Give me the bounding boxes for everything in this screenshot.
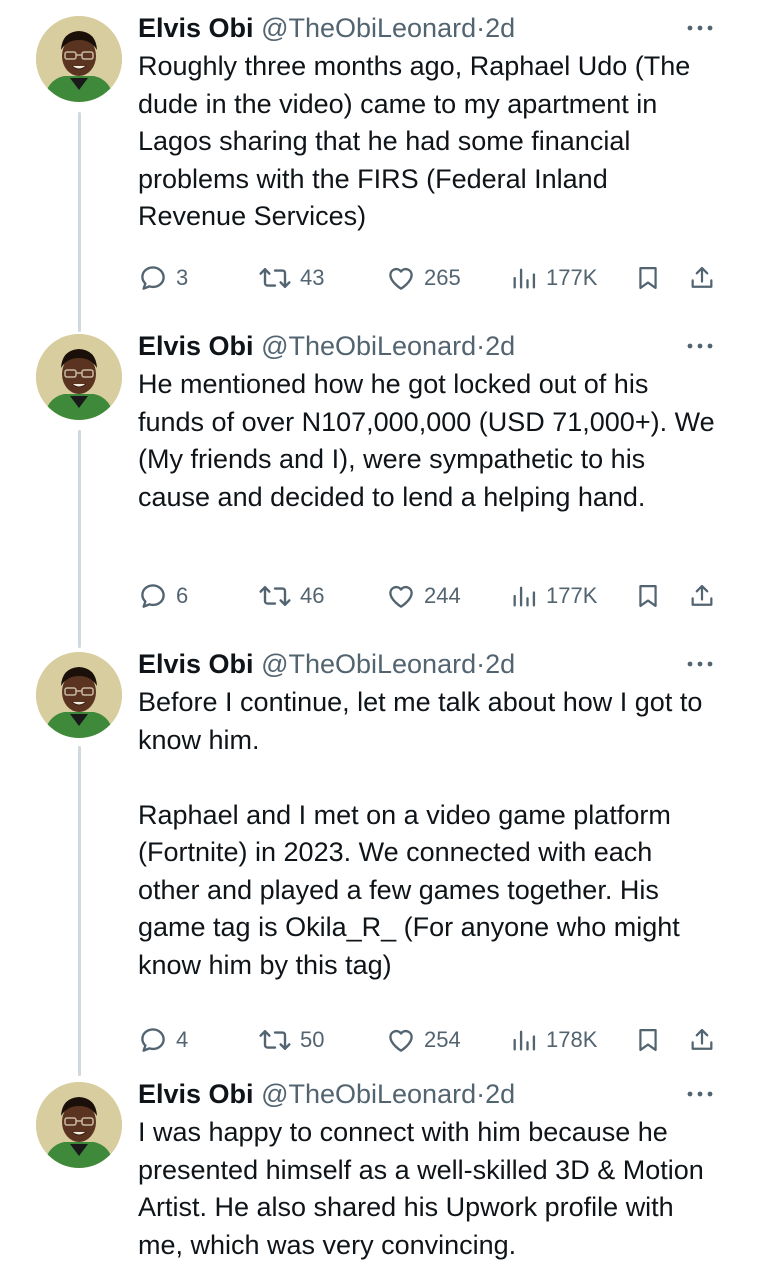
tweet-header: Elvis Obi @TheObiLeonard·2d <box>138 326 720 366</box>
author-handle[interactable]: @TheObiLeonard <box>261 13 476 43</box>
reply-button[interactable]: 3 <box>138 258 188 298</box>
views-button[interactable]: 177K <box>510 258 597 298</box>
tweet-header: Elvis Obi @TheObiLeonard·2d <box>138 644 720 684</box>
like-button[interactable]: 254 <box>386 1020 461 1060</box>
views-icon <box>510 263 538 293</box>
separator-dot: · <box>476 13 486 43</box>
share-button[interactable] <box>688 576 716 616</box>
author-handle[interactable]: @TheObiLeonard <box>261 1079 476 1109</box>
tweet-time[interactable]: 2d <box>485 13 515 43</box>
like-count: 244 <box>424 583 461 608</box>
author-handle[interactable]: @TheObiLeonard <box>261 649 476 679</box>
author-name[interactable]: Elvis Obi <box>138 1079 254 1109</box>
separator-dot: · <box>476 331 486 361</box>
like-button[interactable]: 244 <box>386 576 461 616</box>
action-bar: 4 50 254 178K <box>138 1020 720 1060</box>
share-button[interactable] <box>688 258 716 298</box>
repost-button[interactable]: 43 <box>258 258 324 298</box>
action-bar: 3 43 265 177K <box>138 258 720 298</box>
tweet[interactable]: Elvis Obi @TheObiLeonard·2d Before I con… <box>0 636 760 1066</box>
bookmark-icon <box>634 1025 662 1055</box>
like-count: 265 <box>424 265 461 290</box>
views-icon <box>510 581 538 611</box>
tweet-time[interactable]: 2d <box>485 331 515 361</box>
author-name[interactable]: Elvis Obi <box>138 649 254 679</box>
reply-count: 4 <box>176 1027 189 1052</box>
reply-button[interactable]: 4 <box>138 1020 188 1060</box>
bookmark-icon <box>634 581 662 611</box>
avatar[interactable] <box>36 1082 122 1168</box>
tweet-text: Roughly three months ago, Raphael Udo (T… <box>138 51 698 231</box>
tweet-header: Elvis Obi @TheObiLeonard·2d <box>138 8 720 48</box>
reply-button[interactable]: 6 <box>138 576 188 616</box>
repost-button[interactable]: 46 <box>258 576 324 616</box>
repost-icon <box>258 1025 292 1055</box>
share-button[interactable] <box>688 1020 716 1060</box>
avatar[interactable] <box>36 652 122 738</box>
bookmark-button[interactable] <box>634 576 662 616</box>
author-handle[interactable]: @TheObiLeonard <box>261 331 476 361</box>
bookmark-icon <box>634 263 662 293</box>
heart-icon <box>386 1025 416 1055</box>
like-count: 254 <box>424 1027 461 1052</box>
bookmark-button[interactable] <box>634 258 662 298</box>
view-count: 178K <box>546 1027 598 1052</box>
heart-icon <box>386 581 416 611</box>
author-name[interactable]: Elvis Obi <box>138 13 254 43</box>
share-icon <box>688 581 716 611</box>
tweet[interactable]: Elvis Obi @TheObiLeonard·2d Roughly thre… <box>0 0 760 320</box>
share-icon <box>688 263 716 293</box>
views-button[interactable]: 177K <box>510 576 597 616</box>
more-icon[interactable] <box>680 644 720 684</box>
heart-icon <box>386 263 416 293</box>
more-icon[interactable] <box>680 326 720 366</box>
view-count: 177K <box>546 265 598 290</box>
avatar[interactable] <box>36 16 122 102</box>
repost-icon <box>258 581 292 611</box>
repost-count: 43 <box>300 265 325 290</box>
separator-dot: · <box>476 1079 486 1109</box>
repost-count: 50 <box>300 1027 325 1052</box>
repost-count: 46 <box>300 583 325 608</box>
like-button[interactable]: 265 <box>386 258 461 298</box>
views-button[interactable]: 178K <box>510 1020 597 1060</box>
tweet-text: Before I continue, let me talk about how… <box>138 687 703 980</box>
reply-count: 6 <box>176 583 189 608</box>
share-icon <box>688 1025 716 1055</box>
repost-icon <box>258 263 292 293</box>
reply-icon <box>138 581 168 611</box>
bookmark-button[interactable] <box>634 1020 662 1060</box>
reply-count: 3 <box>176 265 189 290</box>
separator-dot: · <box>476 649 486 679</box>
more-icon[interactable] <box>680 8 720 48</box>
tweet-text: I was happy to connect with him because … <box>138 1117 710 1260</box>
reply-icon <box>138 1025 168 1055</box>
views-icon <box>510 1025 538 1055</box>
more-icon[interactable] <box>680 1074 720 1114</box>
tweet-time[interactable]: 2d <box>485 649 515 679</box>
avatar[interactable] <box>36 334 122 420</box>
tweet-time[interactable]: 2d <box>485 1079 515 1109</box>
reply-icon <box>138 263 168 293</box>
view-count: 177K <box>546 583 598 608</box>
tweet-header: Elvis Obi @TheObiLeonard·2d <box>138 1074 720 1114</box>
repost-button[interactable]: 50 <box>258 1020 324 1060</box>
tweet[interactable]: Elvis Obi @TheObiLeonard·2d He mentioned… <box>0 318 760 638</box>
tweet-text: He mentioned how he got locked out of hi… <box>138 369 723 512</box>
action-bar: 6 46 244 177K <box>138 576 720 616</box>
author-name[interactable]: Elvis Obi <box>138 331 254 361</box>
tweet[interactable]: Elvis Obi @TheObiLeonard·2d I was happy … <box>0 1068 760 1280</box>
